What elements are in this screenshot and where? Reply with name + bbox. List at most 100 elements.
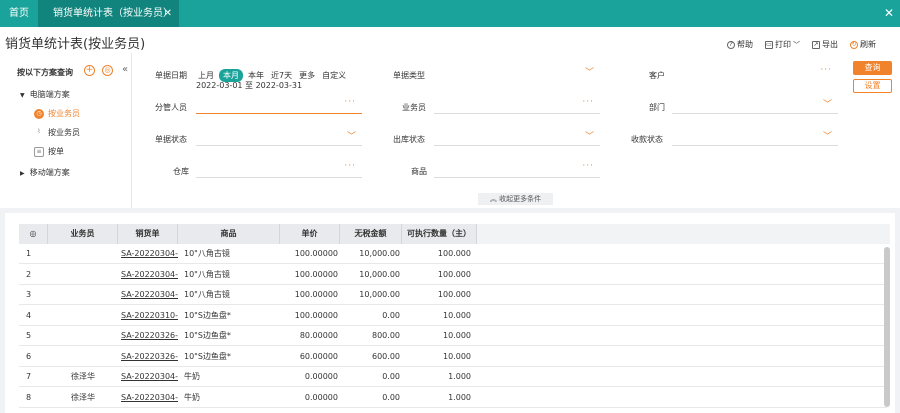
table-row[interactable]: 2 SA-20220304-0 10"八角古镜 100.00000 10,000.00 1… [19, 265, 887, 285]
doc-status-label: 单据状态 [155, 135, 187, 144]
scheme-by-salesman-chart[interactable]: ⌇ 按业务员 [34, 127, 80, 138]
help-button[interactable]: ? 帮助 [727, 39, 753, 50]
table-row[interactable]: 8 徐泽华 SA-20220304-0 牛奶 0.00000 0.00 1.000 [19, 388, 887, 408]
row-number: 8 [26, 392, 32, 402]
cell-goods: 10"八角古镜 [184, 290, 230, 299]
col-goods[interactable]: 商品 [178, 224, 280, 244]
doc-type-label: 单据类型 [393, 71, 425, 80]
row-number: 1 [26, 249, 32, 258]
tab-sales-report-label: 销货单统计表（按业务员） [53, 8, 173, 19]
table-row[interactable]: 1 SA-20220304-0 10"八角古镜 100.00000 10,000.00 1… [19, 244, 887, 264]
chevron-down-icon: ﹀ [822, 132, 832, 142]
col-salesman[interactable]: 业务员 [48, 224, 118, 244]
cell-goods: 10"S边鱼盘* [184, 331, 231, 340]
more-dots-icon: ··· [344, 97, 356, 107]
out-status-select[interactable]: ﹀ [434, 132, 600, 146]
cell-qty: 1.000 [448, 372, 471, 381]
cell-price: 80.00000 [299, 331, 338, 340]
col-amount[interactable]: 无税金额 [340, 224, 402, 244]
dept-select[interactable]: ﹀ [672, 100, 838, 114]
goods-field[interactable]: ··· [434, 161, 600, 178]
tab-close-icon[interactable]: ✕ [164, 0, 172, 27]
group-desktop[interactable]: ▼ 电脑端方案 [20, 89, 70, 100]
doc-status-select[interactable]: ﹀ [196, 132, 362, 146]
cell-order-link[interactable]: SA-20220326-0 [118, 326, 178, 345]
chip-custom[interactable]: 自定义 [320, 70, 348, 81]
cell-order-link[interactable]: SA-20220304-0 [118, 367, 178, 386]
scheme-label: 按业务员 [48, 128, 80, 137]
result-grid: ◎ 业务员 销货单 商品 单价 无税金额 可执行数量（主） 1 SA-202203… [5, 213, 895, 413]
cell-price: 60.00000 [299, 351, 338, 361]
cell-goods: 10"八角古镜 [184, 249, 230, 258]
cell-amount: 10,000.00 [359, 269, 400, 279]
cell-qty: 10.000 [443, 331, 471, 340]
print-label: 打印 [775, 40, 791, 49]
print-button[interactable]: ▭ 打印 ﹀ [765, 39, 800, 50]
cell-order-link[interactable]: SA-20220304-0 [118, 285, 178, 304]
scheme-settings-icon[interactable]: ◎ [102, 65, 113, 76]
cell-order-link[interactable]: SA-20220326-0 [118, 347, 178, 366]
add-scheme-icon[interactable]: + [84, 65, 95, 76]
scheme-label: 按单 [48, 147, 64, 156]
cell-qty: 100.000 [437, 269, 471, 279]
export-button[interactable]: ↗ 导出 [812, 39, 838, 50]
close-window-icon[interactable]: ✕ [884, 0, 894, 27]
cell-salesman [48, 244, 118, 263]
doc-date-label: 单据日期 [155, 71, 187, 80]
export-label: 导出 [822, 40, 838, 49]
col-qty[interactable]: 可执行数量（主） [402, 224, 477, 244]
grid-settings-icon[interactable]: ◎ [19, 224, 48, 244]
cell-order-link[interactable]: SA-20220304-0 [118, 265, 178, 284]
table-row[interactable]: 7 徐泽华 SA-20220304-0 牛奶 0.00000 0.00 1.000 [19, 367, 887, 387]
manager-field[interactable]: ··· [196, 97, 362, 114]
cell-qty: 10.000 [443, 351, 471, 361]
collapse-sidebar-icon[interactable]: « [122, 64, 128, 75]
col-price[interactable]: 单价 [280, 224, 340, 244]
export-icon: ↗ [812, 40, 820, 49]
more-dots-icon: ··· [820, 65, 832, 75]
collect-status-select[interactable]: ﹀ [672, 132, 838, 146]
warehouse-field[interactable]: ··· [196, 161, 362, 178]
cell-amount: 0.00 [382, 372, 400, 381]
tab-sales-report[interactable]: 销货单统计表（按业务员） ✕ [38, 0, 179, 27]
table-row[interactable]: 4 SA-20220310-0 10"S边鱼盘* 100.00000 0.00 10.00… [19, 306, 887, 326]
table-row[interactable]: 6 SA-20220326-0 10"S边鱼盘* 60.00000 600.00 10.0… [19, 347, 887, 367]
vertical-scrollbar[interactable] [884, 247, 890, 407]
cell-order-link[interactable]: SA-20220310-0 [118, 306, 178, 325]
group-mobile[interactable]: ▶ 移动端方案 [20, 167, 70, 178]
chevron-up-icon: ︽ [489, 195, 497, 203]
customer-field[interactable]: ··· [672, 65, 838, 82]
tab-home[interactable]: 首页 [0, 0, 38, 27]
cell-salesman: 徐泽华 [71, 392, 95, 402]
query-button[interactable]: 查询 [853, 61, 892, 75]
chevron-down-icon: ﹀ [793, 40, 800, 49]
cell-goods: 10"八角古镜 [184, 269, 230, 279]
clock-icon: ◷ [34, 108, 44, 119]
salesman-field[interactable]: ··· [434, 97, 600, 114]
chart-icon: ⌇ [37, 127, 41, 135]
collapse-more-conditions[interactable]: ︽ 收起更多条件 [478, 193, 553, 205]
settings-button[interactable]: 设置 [853, 79, 892, 93]
cell-goods: 牛奶 [184, 392, 200, 402]
cell-amount: 600.00 [372, 351, 400, 361]
cell-amount: 10,000.00 [359, 290, 400, 299]
chevron-down-icon: ﹀ [822, 100, 832, 110]
help-label: 帮助 [737, 40, 753, 49]
scheme-by-salesman[interactable]: ◷ 按业务员 [34, 108, 80, 119]
cell-price: 100.00000 [294, 249, 338, 258]
refresh-button[interactable]: ↻ 刷新 [850, 39, 876, 50]
cell-order-link[interactable]: SA-20220304-0 [118, 388, 178, 407]
cell-qty: 10.000 [443, 310, 471, 320]
more-dots-icon: ··· [344, 161, 356, 171]
scheme-by-order[interactable]: ≡ 按单 [34, 146, 64, 157]
chevron-down-icon: ﹀ [584, 132, 594, 142]
help-icon: ? [727, 40, 735, 49]
table-row[interactable]: 3 SA-20220304-0 10"八角古镜 100.00000 10,000.00 1… [19, 285, 887, 305]
cell-salesman [48, 265, 118, 284]
table-row[interactable]: 5 SA-20220326-0 10"S边鱼盘* 80.00000 800.00 10.0… [19, 326, 887, 346]
grid-header-filler [477, 224, 890, 244]
col-order[interactable]: 销货单 [118, 224, 178, 244]
cell-order-link[interactable]: SA-20220304-0 [118, 244, 178, 263]
doc-type-select[interactable]: ﹀ [434, 68, 600, 82]
grid-header: ◎ 业务员 销货单 商品 单价 无税金额 可执行数量（主） [19, 224, 477, 244]
